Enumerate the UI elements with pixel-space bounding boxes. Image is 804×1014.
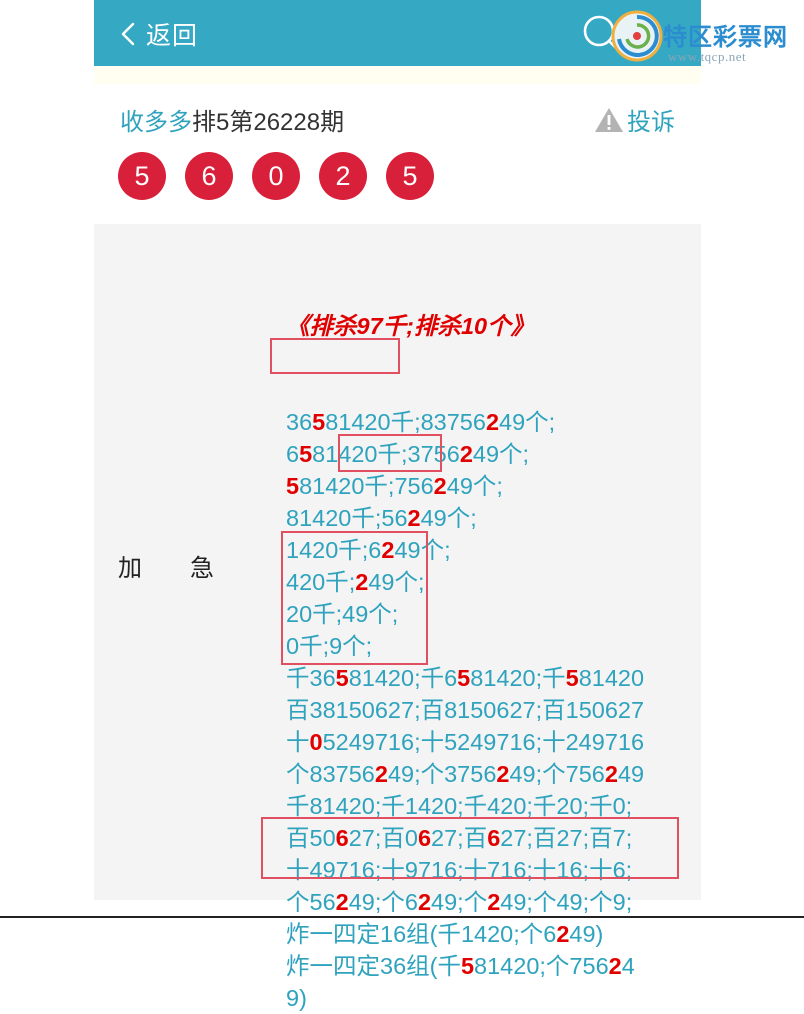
issue-title: 收多多排5第26228期	[120, 102, 344, 137]
prediction-text: 6	[286, 441, 300, 467]
prediction-text: 49个;	[499, 409, 556, 435]
highlighted-digit: 2	[374, 761, 388, 787]
issue-number: 排5第26228期	[192, 109, 345, 136]
prediction-text: 49个;	[446, 473, 503, 499]
highlight-box	[281, 531, 428, 665]
highlight-box	[270, 338, 400, 374]
prediction-text: 7	[631, 697, 645, 723]
prediction-line: 9)	[286, 982, 698, 1014]
result-ball: 6	[185, 152, 233, 200]
prediction-text: 2	[617, 697, 631, 723]
prediction-text: 81420;个756	[474, 953, 609, 979]
prediction-text: 49)	[569, 921, 604, 947]
highlighted-digit: 2	[417, 889, 432, 915]
prediction-line: 百38150627;百8150627;百150627	[286, 694, 698, 726]
prediction-text: 千36	[286, 665, 336, 691]
prediction-line: 581420千;756249个;	[286, 470, 698, 502]
highlight-box	[338, 434, 442, 472]
watermark-logo: 特区彩票网 www.tqcp.net	[610, 5, 804, 67]
prediction-line: 千36581420;千6581420;千581420	[286, 662, 698, 694]
prediction-line: 炸一四定36组(千581420;个75624	[286, 950, 698, 982]
complain-button[interactable]: 投诉	[594, 102, 675, 137]
draw-result-balls: 5 6 0 2 5	[118, 152, 453, 200]
prediction-text: 49;个	[431, 889, 488, 915]
prediction-text: 4	[621, 953, 635, 979]
complain-label: 投诉	[627, 109, 675, 136]
highlighted-digit: 2	[556, 921, 570, 947]
highlighted-digit: 5	[460, 953, 475, 979]
prediction-text: 7;百1506	[522, 697, 618, 723]
swirl-logo-icon	[611, 10, 663, 62]
prediction-line: 十05249716;十5249716;十249716	[286, 726, 698, 758]
prediction-text: 81420;千	[470, 665, 566, 691]
prediction-text: 81420;千6	[348, 665, 458, 691]
prediction-text: 81420千;83756	[325, 409, 486, 435]
prediction-text: 49;个756	[509, 761, 605, 787]
prediction-line: 个83756249;个3756249;个756249	[286, 758, 698, 790]
highlighted-digit: 2	[407, 505, 421, 531]
prediction-text: 2	[387, 697, 401, 723]
highlighted-digit: 2	[604, 761, 618, 787]
highlighted-digit: 5	[565, 665, 579, 691]
label-char: 急	[190, 555, 214, 582]
highlighted-digit: 2	[459, 441, 473, 467]
highlighted-digit: 2	[608, 953, 622, 979]
highlighted-digit: 0	[309, 729, 323, 755]
prediction-text: 81420千;56	[286, 505, 408, 531]
highlighted-digit: 5	[299, 441, 313, 467]
prediction-text: 49	[617, 761, 645, 787]
prediction-text: 百381506	[286, 697, 388, 723]
highlighted-digit: 2	[433, 473, 447, 499]
prediction-text: 个56	[286, 889, 336, 915]
watermark-title: 特区彩票网	[663, 23, 788, 51]
highlight-box	[261, 817, 679, 879]
prediction-text: 49个;	[472, 441, 530, 467]
watermark-url: www.tqcp.net	[668, 49, 747, 64]
result-ball: 5	[118, 152, 166, 200]
back-button[interactable]: 返回	[120, 17, 198, 51]
prediction-text: 7;百81506	[401, 697, 510, 723]
highlighted-digit: 2	[335, 889, 349, 915]
prediction-text: 十	[286, 729, 310, 755]
back-label: 返回	[146, 22, 199, 50]
prediction-text: 炸一四定36组(千	[286, 953, 461, 979]
prediction-text: 81420千;756	[299, 473, 434, 499]
highlighted-digit: 5	[312, 409, 326, 435]
notice-strip	[94, 66, 701, 84]
prediction-text: 49;个49;个9;	[500, 889, 633, 915]
prediction-text: 5249716;十5249716;十249716	[322, 729, 645, 755]
result-ball: 0	[252, 152, 300, 200]
prediction-text: 千81420;千1420;千420;千20;千0;	[286, 793, 633, 819]
highlighted-digit: 2	[496, 761, 510, 787]
bottom-divider	[0, 916, 804, 918]
prediction-text: 炸一四定16组(千1420;个6	[286, 921, 557, 947]
row-label: 加急	[118, 548, 214, 583]
label-char: 加	[118, 555, 142, 582]
prediction-line: 81420千;56249个;	[286, 502, 698, 534]
warning-icon	[595, 107, 623, 132]
highlighted-digit: 2	[485, 409, 500, 435]
highlighted-digit: 5	[286, 473, 300, 499]
prediction-text: 49;个3756	[387, 761, 497, 787]
prediction-panel: 加急 《排杀97千;排杀10个》 36581420千;83756249个; 658…	[94, 224, 701, 1011]
result-ball: 2	[319, 152, 367, 200]
prediction-text: 49个;	[420, 505, 477, 531]
page: 返回 收多多排5第26228期 投诉 5 6 0 2 5 加急 《排杀97千;排…	[94, 0, 701, 1011]
highlighted-digit: 2	[487, 889, 501, 915]
prediction-text: 2	[509, 697, 523, 723]
highlighted-digit: 5	[335, 665, 349, 691]
prediction-line: 个56249;个6249;个249;个49;个9;	[286, 886, 698, 918]
prediction-text: 81420	[578, 665, 645, 691]
result-ball: 5	[386, 152, 434, 200]
highlighted-digit: 5	[457, 665, 471, 691]
prediction-text: 个83756	[286, 761, 375, 787]
site-link[interactable]: 收多多	[120, 109, 192, 136]
prediction-text: 49;个6	[348, 889, 418, 915]
prediction-text: 9)	[286, 985, 307, 1011]
chevron-left-icon	[121, 22, 135, 46]
prediction-text: 36	[286, 409, 313, 435]
